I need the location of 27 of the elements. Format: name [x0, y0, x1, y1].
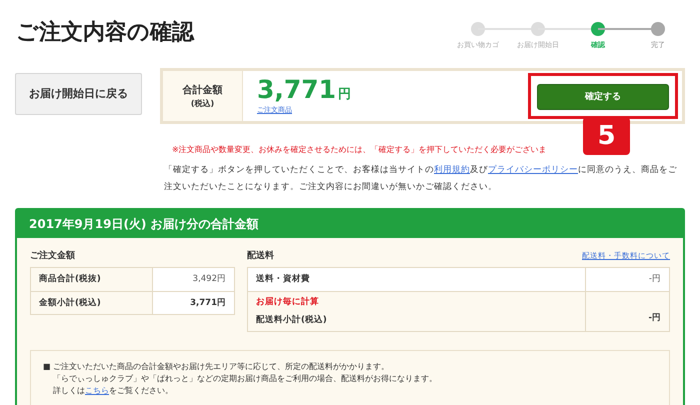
currency-unit: 円 [338, 86, 352, 104]
row-label: 商品合計(税抜) [31, 268, 153, 291]
agreement-text: 「確定する」ボタンを押していただくことで、お客様は当サイトの利用規約及びプライバシーポリシーに同意のうえ、商品をご注文いただいたことになります。ご注文内容にお間違いが無いかご確認ください。 [164, 164, 678, 194]
details-link[interactable]: こちら [85, 386, 109, 395]
info-text: ■ ご注文いただいた商品の合計金額やお届け先エリア等に応じて、所定の配送料がかかります。 [43, 361, 390, 373]
page-title: ご注文内容の確認 [16, 22, 194, 44]
number-badge: 5 [583, 117, 630, 155]
tax-note: (税込) [190, 98, 214, 110]
warning-text: ※注文商品や数量変更、お休みを確定させるためには、「確定する」を押下していただく必要がございま [172, 144, 547, 156]
terms-link[interactable]: 利用規約 [434, 165, 470, 175]
row-label: 配送料小計(税込) [256, 314, 328, 327]
row-label: 送料・資材費 [256, 273, 311, 286]
total-amount: 3,771 [257, 76, 336, 102]
row-value: -円 [586, 268, 669, 291]
section-heading: 配送料 [247, 250, 274, 262]
info-text: 詳しくはこちら をご覧ください。 [52, 385, 174, 397]
section-header: 2017年9月19日(火) お届け分の合計金額 [17, 210, 683, 238]
row-value: 3,492円 [192, 273, 227, 286]
back-button[interactable]: お届け開始日に戻る [15, 73, 142, 115]
row-label: 金額小計(税込) [31, 292, 153, 314]
info-text: 「らでぃっしゅクラブ」や「ぱれっと」などの定期お届け商品をご利用の場合、配送料がお得になります。 [52, 373, 438, 385]
total-label: 合計金額 [182, 84, 222, 98]
row-value: 3,771円 [189, 296, 227, 310]
section-heading: ご注文金額 [30, 250, 76, 262]
calc-note: お届け毎に計算 [256, 296, 320, 309]
terms-link[interactable]: プライバシーポリシー [488, 165, 578, 175]
confirm-button[interactable]: 確定する [537, 84, 669, 110]
